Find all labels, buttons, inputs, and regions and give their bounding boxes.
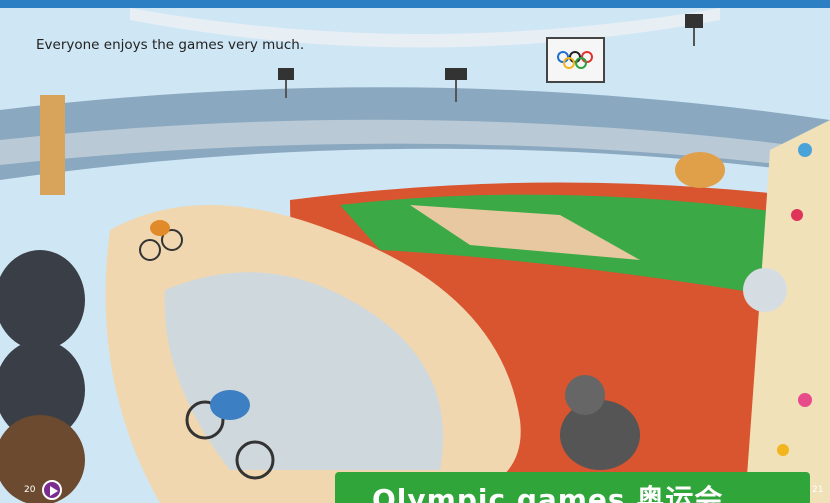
play-button[interactable] <box>42 480 62 500</box>
story-caption: Everyone enjoys the games very much. <box>36 37 305 53</box>
banner-title: Olympic games 奥运会 <box>372 483 724 503</box>
giraffe <box>40 95 65 195</box>
climbing-hold <box>798 393 812 407</box>
page-number-left: 20 <box>24 485 36 495</box>
koala-climber <box>743 268 787 312</box>
monkey-climber <box>675 152 725 188</box>
climbing-hold <box>798 143 812 157</box>
climbing-hold <box>791 209 803 221</box>
hedgehog-spectators <box>0 250 85 503</box>
top-frame <box>0 0 830 8</box>
page-number-right: 21 <box>812 485 824 495</box>
olympic-scoreboard <box>546 37 605 83</box>
stadium-illustration <box>0 0 830 503</box>
climbing-hold <box>777 444 789 456</box>
book-spread: Everyone enjoys the games very much. 20 … <box>0 0 830 503</box>
